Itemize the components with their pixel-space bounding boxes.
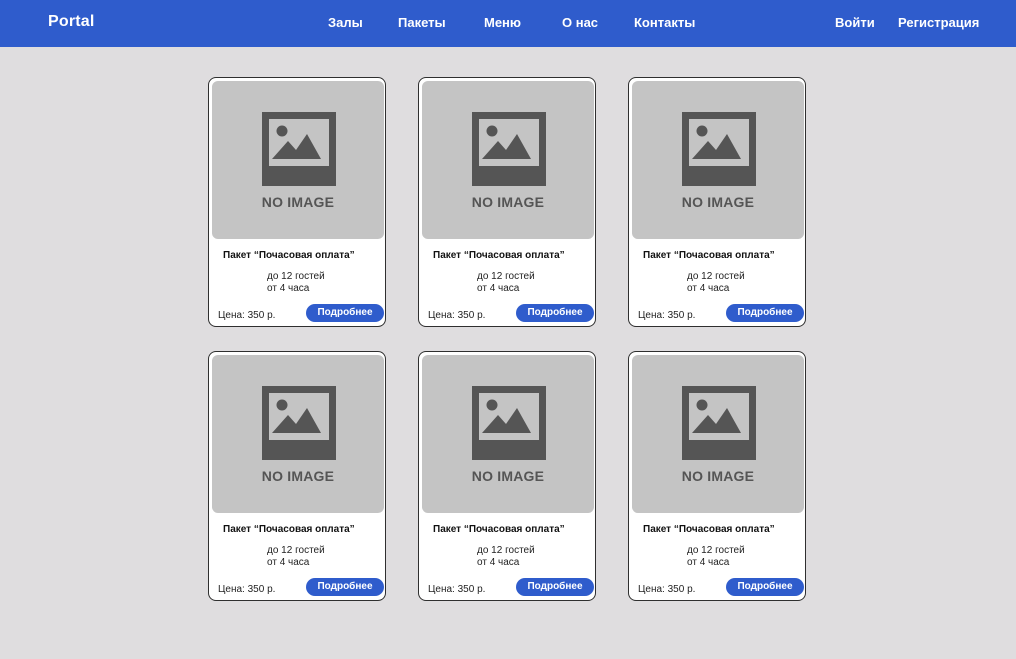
login-link[interactable]: Войти [835, 15, 875, 30]
image-placeholder-icon [262, 112, 336, 186]
details-button[interactable]: Подробнее [306, 578, 384, 596]
register-link[interactable]: Регистрация [898, 15, 979, 30]
card-detail-guests: до 12 гостей [267, 545, 325, 556]
card-title: Пакет “Почасовая оплата” [433, 250, 565, 261]
details-button[interactable]: Подробнее [516, 304, 594, 322]
no-image-label: NO IMAGE [471, 194, 545, 210]
card-detail-duration: от 4 часа [267, 557, 310, 568]
card-detail-duration: от 4 часа [477, 557, 520, 568]
card-price: Цена: 350 р. [428, 310, 486, 321]
card-title: Пакет “Почасовая оплата” [643, 524, 775, 535]
no-image-label: NO IMAGE [261, 194, 335, 210]
card-title: Пакет “Почасовая оплата” [433, 524, 565, 535]
card-image-placeholder: NO IMAGE [422, 81, 594, 239]
nav-link-about[interactable]: О нас [562, 15, 598, 30]
details-button[interactable]: Подробнее [726, 304, 804, 322]
card-title: Пакет “Почасовая оплата” [223, 250, 355, 261]
card-detail-guests: до 12 гостей [477, 545, 535, 556]
image-placeholder-icon [682, 386, 756, 460]
no-image-label: NO IMAGE [681, 194, 755, 210]
top-navigation-bar: Portal Залы Пакеты Меню О нас Контакты В… [0, 0, 1016, 47]
image-placeholder-icon [262, 386, 336, 460]
package-card: NO IMAGE Пакет “Почасовая оплата” до 12 … [208, 77, 386, 327]
image-placeholder-icon [472, 386, 546, 460]
card-image-placeholder: NO IMAGE [212, 81, 384, 239]
package-card: NO IMAGE Пакет “Почасовая оплата” до 12 … [418, 351, 596, 601]
portal-logo[interactable]: Portal [48, 13, 95, 31]
package-card: NO IMAGE Пакет “Почасовая оплата” до 12 … [418, 77, 596, 327]
card-price: Цена: 350 р. [428, 584, 486, 595]
card-price: Цена: 350 р. [638, 310, 696, 321]
nav-link-packages[interactable]: Пакеты [398, 15, 446, 30]
card-detail-guests: до 12 гостей [687, 545, 745, 556]
card-image-placeholder: NO IMAGE [422, 355, 594, 513]
no-image-label: NO IMAGE [681, 468, 755, 484]
package-card: NO IMAGE Пакет “Почасовая оплата” до 12 … [208, 351, 386, 601]
image-placeholder-icon [682, 112, 756, 186]
package-card: NO IMAGE Пакет “Почасовая оплата” до 12 … [628, 351, 806, 601]
card-title: Пакет “Почасовая оплата” [223, 524, 355, 535]
image-placeholder-icon [472, 112, 546, 186]
card-price: Цена: 350 р. [218, 584, 276, 595]
card-detail-duration: от 4 часа [477, 283, 520, 294]
nav-link-halls[interactable]: Залы [328, 15, 363, 30]
card-image-placeholder: NO IMAGE [632, 81, 804, 239]
card-detail-guests: до 12 гостей [267, 271, 325, 282]
package-card: NO IMAGE Пакет “Почасовая оплата” до 12 … [628, 77, 806, 327]
no-image-label: NO IMAGE [471, 468, 545, 484]
details-button[interactable]: Подробнее [306, 304, 384, 322]
nav-link-contacts[interactable]: Контакты [634, 15, 695, 30]
card-detail-duration: от 4 часа [687, 557, 730, 568]
nav-link-menu[interactable]: Меню [484, 15, 521, 30]
details-button[interactable]: Подробнее [516, 578, 594, 596]
card-image-placeholder: NO IMAGE [632, 355, 804, 513]
details-button[interactable]: Подробнее [726, 578, 804, 596]
card-detail-guests: до 12 гостей [687, 271, 745, 282]
no-image-label: NO IMAGE [261, 468, 335, 484]
card-title: Пакет “Почасовая оплата” [643, 250, 775, 261]
card-price: Цена: 350 р. [218, 310, 276, 321]
card-price: Цена: 350 р. [638, 584, 696, 595]
card-detail-duration: от 4 часа [687, 283, 730, 294]
card-detail-guests: до 12 гостей [477, 271, 535, 282]
card-detail-duration: от 4 часа [267, 283, 310, 294]
card-image-placeholder: NO IMAGE [212, 355, 384, 513]
